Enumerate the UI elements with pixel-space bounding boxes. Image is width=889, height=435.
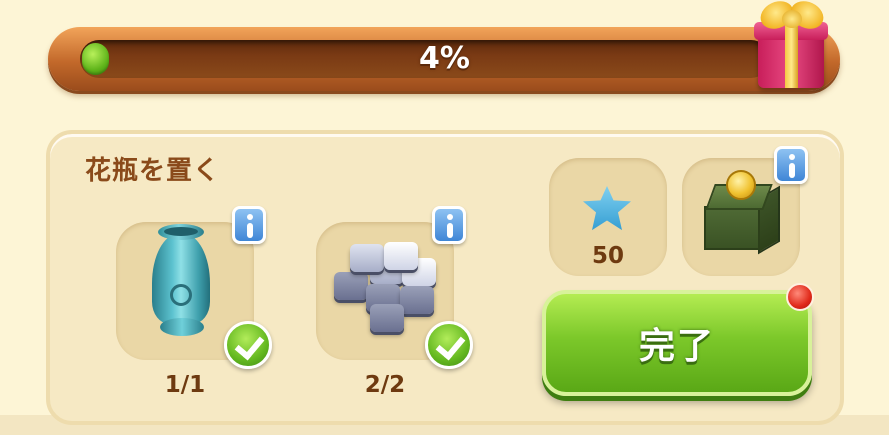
notification-dot: [786, 283, 814, 311]
chest-info-icon[interactable]: [774, 146, 808, 184]
vase-check-icon: [224, 321, 272, 369]
done-button[interactable]: 完了: [542, 290, 812, 396]
tiles-check-icon: [425, 321, 473, 369]
coin-icon: [726, 170, 756, 200]
gift-bow-center: [782, 10, 802, 28]
tiles-info-icon[interactable]: [432, 206, 466, 244]
vase-count: 1/1: [164, 372, 206, 398]
vase-icon: [148, 222, 214, 340]
task-title: 花瓶を置く: [85, 156, 221, 186]
tiles-count: 2/2: [364, 372, 406, 398]
done-button-label: 完了: [638, 326, 715, 367]
vase-info-icon[interactable]: [232, 206, 266, 244]
coin-chest-icon: [700, 170, 786, 256]
star-reward-amount: 50: [591, 243, 624, 269]
gift-ribbon: [785, 22, 798, 88]
stone-tiles-icon: [330, 242, 442, 332]
gift-box-icon[interactable]: [752, 0, 832, 92]
